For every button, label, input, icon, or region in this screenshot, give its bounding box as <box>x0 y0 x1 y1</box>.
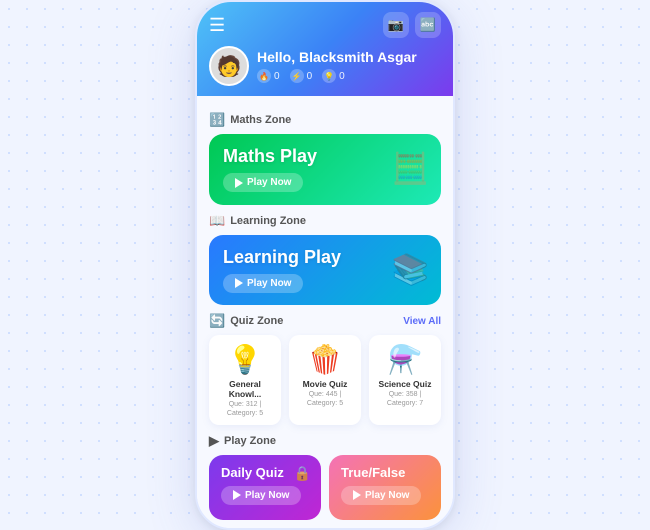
maths-play-card[interactable]: Maths Play Play Now 🧮 <box>209 134 441 205</box>
view-all-button[interactable]: View All <box>403 316 441 327</box>
quiz-science-meta: Que: 358 | Category: 7 <box>375 390 435 408</box>
stat-bolt-value: 0 <box>307 71 313 82</box>
translate-icon[interactable]: 🔤 <box>415 12 441 38</box>
learning-card-bg: 📚 <box>392 252 429 287</box>
learning-play-button[interactable]: Play Now <box>223 274 303 293</box>
menu-icon[interactable]: ☰ <box>209 15 225 36</box>
play-triangle-icon-2 <box>235 278 243 288</box>
daily-quiz-play-label: Play Now <box>245 490 289 501</box>
quiz-science-name: Science Quiz <box>375 379 435 389</box>
quiz-card-science[interactable]: ⚗️ Science Quiz Que: 358 | Category: 7 <box>369 335 441 425</box>
learning-play-label: Play Now <box>247 278 291 289</box>
daily-quiz-card[interactable]: Daily Quiz Play Now 🔒 <box>209 455 321 520</box>
quiz-cards-list: 💡 General Knowl... Que: 312 | Category: … <box>209 335 441 425</box>
header: ☰ 📷 🔤 🧑 Hello, Blacksmith Asgar 🔥 0 <box>197 2 453 96</box>
header-icons: 📷 🔤 <box>383 12 441 38</box>
phone-content: ☰ 📷 🔤 🧑 Hello, Blacksmith Asgar 🔥 0 <box>197 2 453 528</box>
learning-zone-icon: 📖 <box>209 213 225 229</box>
quiz-zone-text: Quiz Zone <box>230 315 283 327</box>
stat-bulb: 💡 0 <box>322 69 345 83</box>
learning-play-card[interactable]: Learning Play Play Now 📚 <box>209 235 441 306</box>
learning-zone-label: 📖 Learning Zone <box>209 213 441 229</box>
quiz-general-meta: Que: 312 | Category: 5 <box>215 400 275 418</box>
stat-fire-value: 0 <box>274 71 280 82</box>
quiz-movie-meta: Que: 445 | Category: 5 <box>295 390 355 408</box>
play-zone-icon: ▶ <box>209 433 219 449</box>
quiz-card-general[interactable]: 💡 General Knowl... Que: 312 | Category: … <box>209 335 281 425</box>
stat-bolt: ⚡ 0 <box>290 69 313 83</box>
stat-bulb-value: 0 <box>339 71 345 82</box>
play-zone-text: Play Zone <box>224 435 276 447</box>
true-false-play-button[interactable]: Play Now <box>341 486 421 505</box>
greeting-text: Hello, Blacksmith Asgar <box>257 49 417 65</box>
maths-play-button[interactable]: Play Now <box>223 173 303 192</box>
lock-icon: 🔒 <box>294 465 311 482</box>
play-triangle-icon <box>235 178 243 188</box>
header-stats: 🔥 0 ⚡ 0 💡 0 <box>257 69 417 83</box>
daily-quiz-play-button[interactable]: Play Now <box>221 486 301 505</box>
play-triangle-daily <box>233 490 241 500</box>
true-false-play-label: Play Now <box>365 490 409 501</box>
true-false-card[interactable]: True/False Play Now <box>329 455 441 520</box>
quiz-zone-header: 🔄 Quiz Zone View All <box>209 313 441 329</box>
phone-frame: ☰ 📷 🔤 🧑 Hello, Blacksmith Asgar 🔥 0 <box>195 0 455 530</box>
quiz-general-icon: 💡 <box>215 343 275 376</box>
camera-icon[interactable]: 📷 <box>383 12 409 38</box>
true-false-title: True/False <box>341 465 429 480</box>
maths-card-bg: 🧮 <box>392 152 429 187</box>
quiz-card-movie[interactable]: 🍿 Movie Quiz Que: 445 | Category: 5 <box>289 335 361 425</box>
learning-zone-text: Learning Zone <box>230 215 306 227</box>
quiz-general-name: General Knowl... <box>215 379 275 399</box>
quiz-movie-name: Movie Quiz <box>295 379 355 389</box>
maths-zone-text: Maths Zone <box>230 114 291 126</box>
quiz-science-icon: ⚗️ <box>375 343 435 376</box>
maths-play-label: Play Now <box>247 177 291 188</box>
avatar: 🧑 <box>209 46 249 86</box>
maths-zone-label: 🔢 Maths Zone <box>209 112 441 128</box>
play-zone-cards: Daily Quiz Play Now 🔒 True/False Play No… <box>209 455 441 520</box>
main-content: 🔢 Maths Zone Maths Play Play Now 🧮 📖 Lea… <box>197 96 453 528</box>
play-zone-label: ▶ Play Zone <box>209 433 441 449</box>
quiz-zone-label: 🔄 Quiz Zone <box>209 313 283 329</box>
maths-zone-icon: 🔢 <box>209 112 225 128</box>
quiz-movie-icon: 🍿 <box>295 343 355 376</box>
stat-fire: 🔥 0 <box>257 69 280 83</box>
quiz-zone-icon: 🔄 <box>209 313 225 329</box>
play-triangle-tf <box>353 490 361 500</box>
